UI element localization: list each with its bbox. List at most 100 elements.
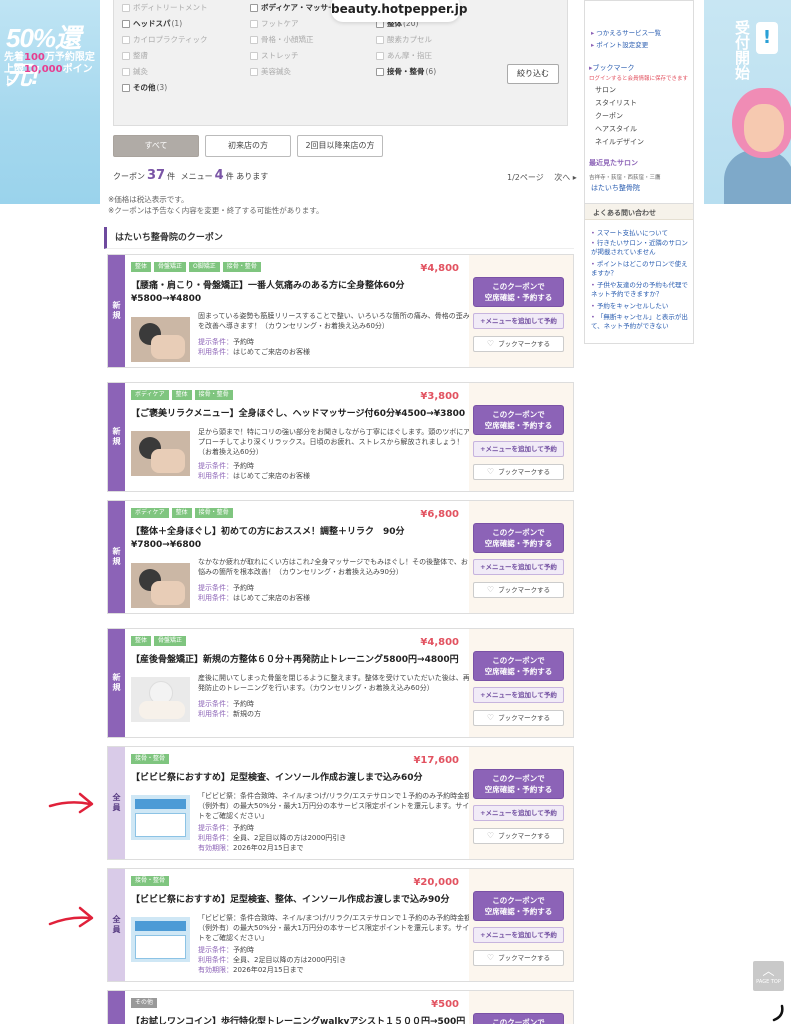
coupon-tag: ボディケア bbox=[131, 508, 169, 518]
checkbox-icon bbox=[122, 51, 130, 60]
filter-checkbox: 整膚 bbox=[122, 50, 148, 61]
filter-checkbox[interactable]: ヘッドスパ (1) bbox=[122, 18, 182, 29]
bookmark-heading[interactable]: ▸ブックマーク bbox=[589, 63, 635, 73]
recent-salon-link[interactable]: はたいち整骨院 bbox=[591, 183, 640, 193]
red-arrow-annotation-1 bbox=[48, 792, 94, 814]
add-menu-reserve-button[interactable]: +メニューを追加して予約 bbox=[473, 441, 564, 457]
filter-label: フットケア bbox=[261, 19, 299, 28]
filter-checkbox[interactable]: 接骨・整骨 (6) bbox=[376, 66, 436, 77]
add-menu-reserve-button[interactable]: +メニューを追加して予約 bbox=[473, 687, 564, 703]
bookmark-button[interactable]: ♡ ブックマークする bbox=[473, 950, 564, 966]
filter-checkbox: ボディトリートメント bbox=[122, 2, 207, 13]
faq-item[interactable]: • 行きたいサロン・近隣のサロンが掲載されていません bbox=[591, 239, 689, 257]
bookmark-coupon[interactable]: クーポン bbox=[595, 111, 623, 121]
sidebar-link-services[interactable]: ▸ つかえるサービス一覧 bbox=[591, 27, 661, 37]
red-arrow-annotation-2 bbox=[48, 906, 94, 928]
coupon-image[interactable] bbox=[131, 677, 190, 722]
reserve-coupon-button[interactable]: このクーポンで空席確認・予約する bbox=[473, 891, 564, 921]
faq-box: よくある問い合わせ • スマート支払いについて • 行きたいサロン・近隣のサロンが掲… bbox=[584, 203, 694, 344]
coupon-price: ¥3,800 bbox=[420, 391, 459, 402]
coupon-tags: ボディケア 整体 接骨・整骨 bbox=[131, 508, 233, 518]
sidebar-link-points[interactable]: ▸ ポイント設定変更 bbox=[591, 39, 648, 49]
coupon-tag: 整体 bbox=[131, 262, 152, 272]
coupon-image[interactable] bbox=[131, 563, 190, 608]
coupon-description: 固まっている姿勢も筋膜リリースすることで整い、いろいろな箇所の痛み、骨格の歪みを… bbox=[198, 312, 470, 330]
coupon-conditions: 提示条件：予約時 利用条件：全員、2足目以降の方は2000円引き 有効期限：2026… bbox=[198, 946, 347, 974]
add-menu-reserve-button[interactable]: +メニューを追加して予約 bbox=[473, 313, 564, 329]
filter-checkbox[interactable]: その他 (3) bbox=[122, 82, 167, 93]
faq-item[interactable]: • 子供や友達の分の予約も代理でネット予約できますか？ bbox=[591, 281, 689, 299]
filter-checkbox: カイロプラクティック bbox=[122, 34, 208, 45]
bookmark-salon[interactable]: サロン bbox=[595, 85, 616, 95]
tab-first-visit[interactable]: 初来店の方 bbox=[205, 135, 291, 157]
next-page-link[interactable]: 次へ ▸ bbox=[554, 173, 577, 182]
page-top-label: PAGE TOP bbox=[756, 979, 781, 985]
faq-item[interactable]: • スマート支払いについて bbox=[591, 229, 689, 238]
filter-checkbox: あん摩・指圧 bbox=[376, 50, 432, 61]
filter-label: ヘッドスパ bbox=[133, 19, 171, 28]
reserve-coupon-button[interactable]: このクーポンで空席確認・予約する bbox=[473, 651, 564, 681]
filter-count: (6) bbox=[425, 67, 437, 76]
add-menu-reserve-button[interactable]: +メニューを追加して予約 bbox=[473, 927, 564, 943]
reserve-coupon-button[interactable]: このクーポンで空席確認・予約する bbox=[473, 277, 564, 307]
coupon-image[interactable] bbox=[131, 917, 190, 962]
bookmark-button[interactable]: ♡ ブックマークする bbox=[473, 582, 564, 598]
coupon-tags: 接骨・整骨 bbox=[131, 876, 170, 886]
chevron-up-icon: ︿ bbox=[762, 964, 775, 978]
add-menu-reserve-button[interactable]: +メニューを追加して予約 bbox=[473, 559, 564, 575]
scroll-handle-icon[interactable] bbox=[768, 1002, 790, 1024]
coupon-description: 「ビビビ祭：条件合致時、ネイル/まつげ/リラク/エステサロンで１予約のみ予約時金… bbox=[198, 792, 472, 820]
bookmark-button[interactable]: ♡ ブックマークする bbox=[473, 464, 564, 480]
coupon-title: 【お試しワンコイン】歩行特化型トレーニングwalkyアシスト１５００円→500円 bbox=[131, 1017, 466, 1024]
bookmark-button[interactable]: ♡ ブックマークする bbox=[473, 710, 564, 726]
bookmark-button[interactable]: ♡ ブックマークする bbox=[473, 336, 564, 352]
tab-repeat-visit[interactable]: 2回目以降来店の方 bbox=[297, 135, 383, 157]
coupon-tag: 接骨・整骨 bbox=[194, 390, 233, 400]
promo-banner-right[interactable]: 受付開始 ! bbox=[704, 0, 791, 204]
filter-count: (1) bbox=[171, 19, 183, 28]
faq-item[interactable]: • 「無断キャンセル」と表示が出て、ネット予約ができない bbox=[591, 313, 689, 331]
reserve-coupon-button[interactable]: このクーポンで空席確認・予約する bbox=[473, 1013, 564, 1024]
bookmark-button[interactable]: ♡ ブックマークする bbox=[473, 828, 564, 844]
coupon-image[interactable] bbox=[131, 431, 190, 476]
filter-label: ストレッチ bbox=[261, 51, 299, 60]
reserve-coupon-button[interactable]: このクーポンで空席確認・予約する bbox=[473, 405, 564, 435]
bookmark-nail[interactable]: ネイルデザイン bbox=[595, 137, 644, 147]
faq-item[interactable]: • ポイントはどこのサロンで使えますか？ bbox=[591, 260, 689, 278]
coupon-card: 新規 整体 骨盤矯正 O脚矯正 接骨・整骨 ¥4,800 【腰痛・肩こり・骨盤矯正】一番人気… bbox=[107, 254, 574, 368]
add-menu-reserve-button[interactable]: +メニューを追加して予約 bbox=[473, 805, 564, 821]
reserve-coupon-button[interactable]: このクーポンで空席確認・予約する bbox=[473, 769, 564, 799]
coupon-tags: その他 bbox=[131, 998, 158, 1008]
promo-banner-left[interactable]: 50%還元! 先着100万予約限定 上限10,000ポイント bbox=[0, 0, 100, 204]
checkbox-icon bbox=[250, 67, 258, 76]
coupon-tag: その他 bbox=[131, 998, 158, 1008]
page-top-button[interactable]: ︿ PAGE TOP bbox=[753, 961, 784, 991]
bookmark-stylist[interactable]: スタイリスト bbox=[595, 98, 637, 108]
coupon-tag: 接骨・整骨 bbox=[194, 508, 233, 518]
bookmark-hairstyle[interactable]: ヘアスタイル bbox=[595, 124, 637, 134]
coupon-price: ¥20,000 bbox=[413, 877, 459, 888]
coupon-price: ¥4,800 bbox=[420, 637, 459, 648]
coupon-actions: このクーポンで 空席確認・予約する +メニューを追加して予約 ♡ ブックマークする bbox=[469, 383, 573, 491]
coupon-price: ¥6,800 bbox=[420, 509, 459, 520]
coupon-target-badge: 新規 bbox=[108, 383, 125, 491]
sidebar-menu-box: ▸ つかえるサービス一覧 ▸ ポイント設定変更 ▸ブックマーク ログインすると会員情… bbox=[584, 0, 694, 204]
coupon-tag: O脚矯正 bbox=[189, 262, 220, 272]
recent-area: 吉祥寺・荻窪・西荻窪・三鷹 bbox=[589, 175, 661, 181]
url-bar[interactable]: beauty.hotpepper.jp bbox=[331, 0, 467, 22]
faq-item[interactable]: • 予約をキャンセルしたい bbox=[591, 302, 689, 311]
coupon-conditions: 提示条件：予約時 利用条件：はじめてご来店のお客様 bbox=[198, 338, 310, 356]
coupon-conditions: 提示条件：予約時 利用条件：はじめてご来店のお客様 bbox=[198, 584, 310, 602]
coupon-card: 全員 接骨・整骨 ¥20,000 【ビビビ祭におすすめ】足型検査、整体、インソール作成… bbox=[107, 868, 574, 982]
coupon-target-badge: 全員 bbox=[108, 747, 125, 859]
reserve-coupon-button[interactable]: このクーポンで空席確認・予約する bbox=[473, 523, 564, 553]
tab-all[interactable]: すべて bbox=[113, 135, 199, 157]
coupon-title: 【腰痛・肩こり・骨盤矯正】一番人気痛みのある方に全身整体60分 ¥5800→¥48… bbox=[131, 281, 405, 304]
heart-icon: ♡ bbox=[486, 339, 495, 348]
filter-checkbox: 酸素カプセル bbox=[376, 34, 432, 45]
filter-label: 美容鍼灸 bbox=[261, 67, 291, 76]
refine-button[interactable]: 絞り込む bbox=[507, 64, 559, 84]
coupon-image[interactable] bbox=[131, 795, 190, 840]
bookmark-note: ログインすると会員情報に保存できます bbox=[589, 76, 689, 82]
coupon-image[interactable] bbox=[131, 317, 190, 362]
